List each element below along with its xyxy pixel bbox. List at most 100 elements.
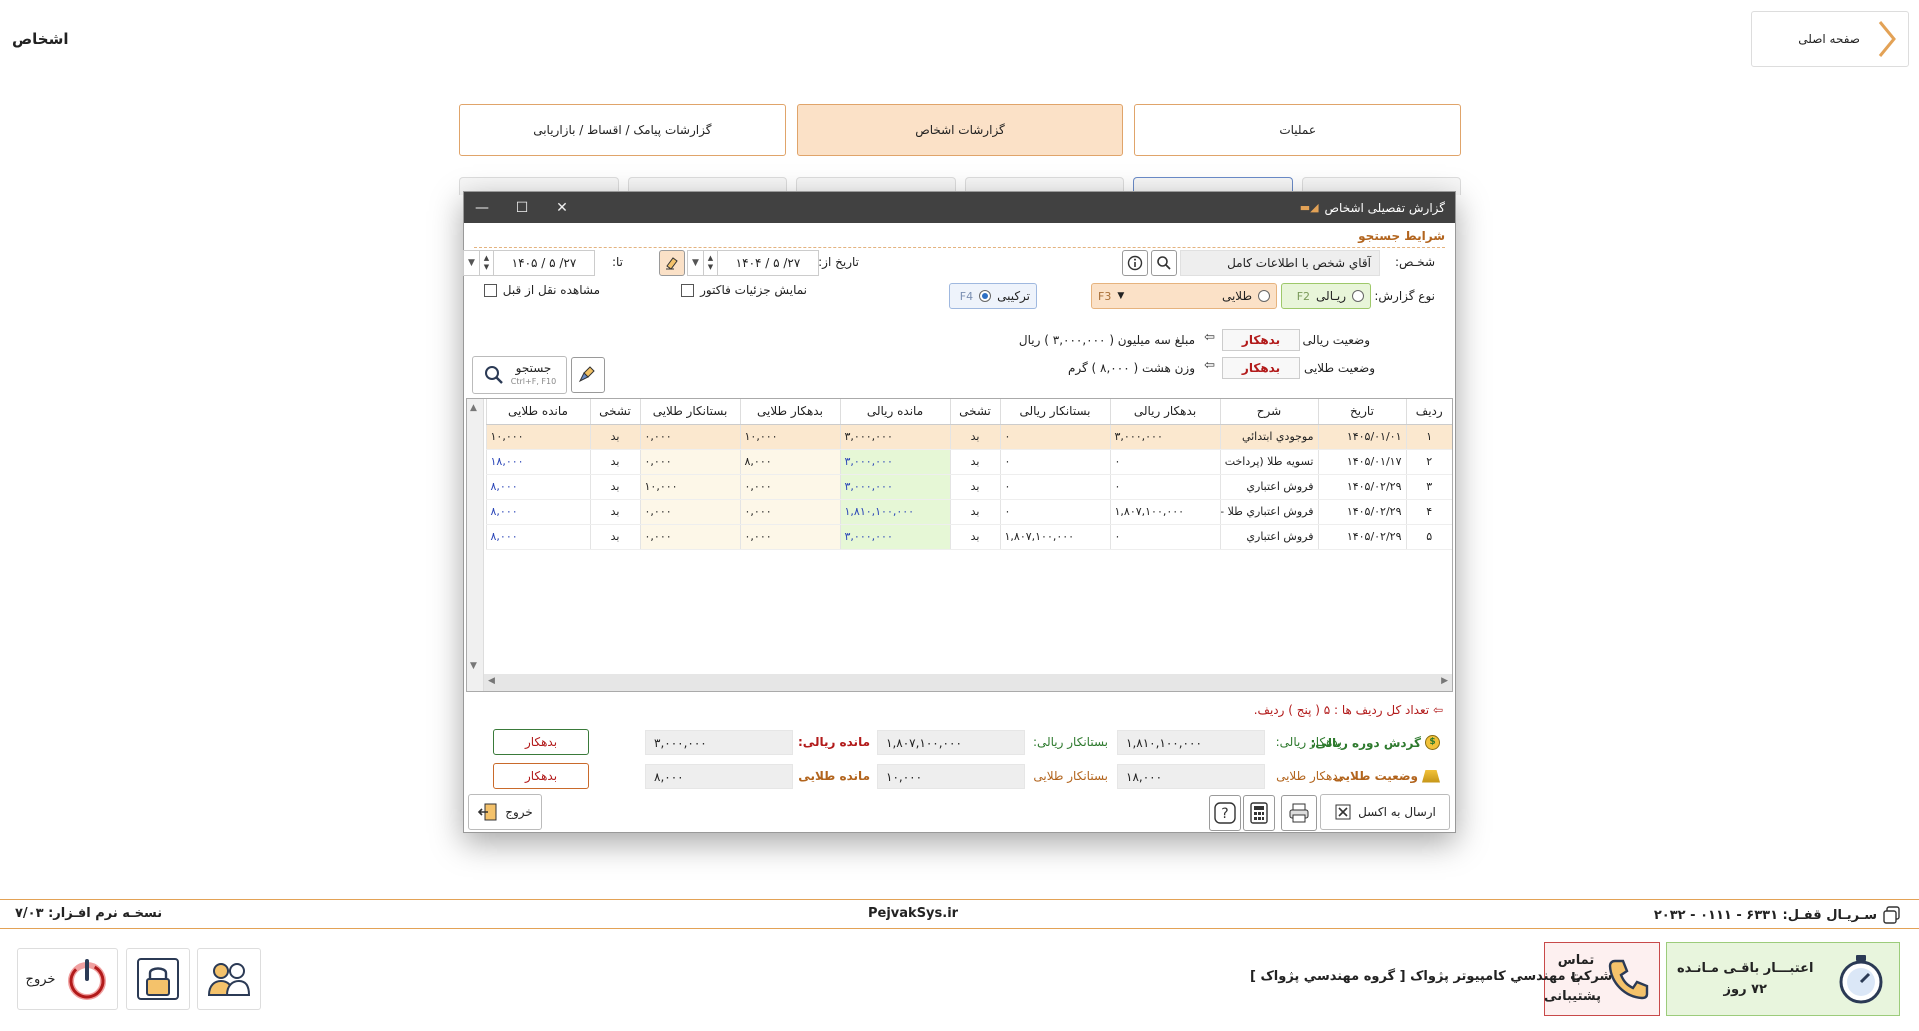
table-row[interactable]: ۵ ۱۴۰۵/۰۲/۲۹ فروش اعتباري ۰ ۱,۸۰۷,۱۰۰,۰۰۰ بد ۳… [485, 524, 1452, 550]
invoice-details-checkbox[interactable]: نمایش جزئیات فاکتور [681, 283, 807, 297]
checkbox-box[interactable] [483, 283, 497, 297]
person-field[interactable]: آقاي شخص با اطلاعات كامل [1180, 250, 1380, 276]
calculator-button[interactable] [1243, 795, 1275, 831]
horizontal-scrollbar[interactable]: ◀ ▶ [484, 674, 1452, 691]
rial-debit-field: ۱,۸۱۰,۱۰۰,۰۰۰ [1117, 730, 1265, 755]
search-icon [1157, 256, 1171, 270]
users-button[interactable] [197, 948, 261, 1010]
column-header[interactable]: تشخی [589, 399, 640, 425]
gold-status-badge: بدهکار [1222, 357, 1300, 379]
report-grid[interactable]: ردیف تاریخ شرح بدهکار ریالی بستانکار ریالی تش… [466, 398, 1453, 692]
excel-export-button[interactable]: ارسال به اکسل [1320, 794, 1450, 830]
svg-text:?: ? [1221, 806, 1228, 822]
column-header[interactable]: بستانکار ریالی [999, 399, 1110, 425]
table-cell: ۰ [999, 499, 1110, 525]
person-info-button[interactable] [1122, 250, 1148, 276]
column-header[interactable]: تشخی [949, 399, 1000, 425]
table-cell: بد [589, 449, 640, 475]
report-type-combined[interactable]: ترکیبی F4 [949, 283, 1037, 309]
exit-button[interactable]: خروج [468, 794, 542, 830]
table-row[interactable]: ۱ ۱۴۰۵/۰۱/۰۱ موجودي ابتدائي ۳,۰۰۰,۰۰۰ ۰ بد ۳,۰… [485, 424, 1452, 450]
vertical-scrollbar[interactable]: ▲ ▼ [467, 399, 484, 691]
close-icon[interactable]: ✕ [554, 200, 570, 216]
report-table: ردیف تاریخ شرح بدهکار ریالی بستانکار ریالی تش… [485, 399, 1452, 550]
date-to-label: تا: [611, 255, 623, 269]
rial-status-text: مبلغ سه میلیون ( ۳,۰۰۰,۰۰۰ ) ریال [1018, 333, 1195, 347]
person-label: شخـص: [1394, 255, 1435, 269]
home-button[interactable]: صفحه اصلی [1751, 11, 1909, 67]
chevron-down-icon[interactable]: ▼ [464, 251, 480, 275]
column-header[interactable]: شرح [1219, 399, 1318, 425]
table-cell: ۰ [999, 449, 1110, 475]
chevron-left-icon [1878, 21, 1896, 57]
minimize-icon[interactable]: — [474, 200, 490, 216]
column-header[interactable]: بستانکار طلایی [639, 399, 740, 425]
date-from-picker[interactable]: ▼ ▲ ▼ ۱۴۰۴ / ۵ /۲۷ [687, 250, 819, 276]
remaining-credit-tile[interactable]: اعتبـــار باقـی مـانـده ۷۲ روز [1666, 942, 1900, 1016]
lock-button[interactable] [126, 948, 190, 1010]
search-shortcut: Ctrl+F, F10 [510, 377, 557, 386]
tab-sms-reports[interactable]: گزارشات پیامک / اقساط / بازاریابی [458, 104, 786, 156]
spinner-icon[interactable]: ▲ ▼ [480, 251, 494, 275]
gold-credit-field: ۱۰,۰۰۰ [877, 764, 1025, 789]
column-header[interactable]: بدهکار طلایی [739, 399, 840, 425]
scroll-down-icon[interactable]: ▼ [470, 661, 477, 671]
date-to-picker[interactable]: ▼ ▲ ▼ ۱۴۰۵ / ۵ /۲۷ [463, 250, 595, 276]
table-cell: ۱۴۰۵/۰۲/۲۹ [1317, 499, 1406, 525]
tab-operations[interactable]: عملیات [1134, 104, 1461, 156]
arrow-left-icon: ⇦ [1432, 703, 1443, 717]
report-type-rial[interactable]: ریـالی F2 [1281, 283, 1371, 309]
table-cell: ۰,۰۰۰ [639, 424, 740, 450]
invoice-details-label: نمایش جزئیات فاکتور [700, 283, 807, 297]
exit-app-button[interactable]: خروج [17, 948, 118, 1010]
clear-filter-button[interactable] [571, 357, 605, 393]
column-header[interactable]: تاریخ [1317, 399, 1406, 425]
eraser-icon [666, 257, 678, 270]
eraser-button[interactable] [659, 250, 685, 276]
chevron-down-icon[interactable]: ▼ [1117, 291, 1124, 301]
tab-person-reports[interactable]: گزارشات اشخاص [796, 104, 1124, 156]
table-cell: ۳,۰۰۰,۰۰۰ [839, 524, 950, 550]
column-header[interactable]: بدهکار ریالی [1109, 399, 1220, 425]
checkbox-box[interactable] [681, 283, 695, 297]
table-cell: ۱۴۰۵/۰۲/۲۹ [1317, 474, 1406, 500]
shortcut-key: F3 [1098, 289, 1112, 303]
carryover-checkbox[interactable]: مشاهده نقل از قبل [483, 283, 600, 297]
column-header[interactable]: مانده ریالی [839, 399, 950, 425]
calculator-icon [1250, 802, 1268, 824]
table-cell: ۱۰,۰۰۰ [485, 424, 590, 450]
table-cell: ۱۰,۰۰۰ [739, 424, 840, 450]
radio-button[interactable] [979, 290, 992, 302]
rial-balance-label: مانده ریالی: [798, 735, 870, 749]
website-link[interactable]: PejvakSys.ir [868, 906, 958, 921]
column-header[interactable]: مانده طلایی [485, 399, 590, 425]
lock-serial-text: سـریـال قفـل: ۶۳۳۱ - ۰۱۱۱ - ۲۰۳۲ [1653, 907, 1877, 923]
date-to-value: ۱۴۰۵ / ۵ /۲۷ [511, 256, 577, 270]
table-row[interactable]: ۴ ۱۴۰۵/۰۲/۲۹ فروش اعتباري طلا -۱,۸۰۷,۱۰۰,۰… [485, 499, 1452, 525]
help-button[interactable]: ? [1209, 795, 1241, 831]
person-search-button[interactable] [1151, 250, 1177, 276]
table-cell: ۳,۰۰۰,۰۰۰ [1109, 424, 1220, 450]
print-button[interactable] [1281, 795, 1317, 831]
radio-button[interactable] [1352, 290, 1364, 302]
maximize-icon[interactable]: ☐ [514, 200, 530, 216]
search-button[interactable]: جستجو Ctrl+F, F10 [472, 356, 567, 394]
table-cell: ۸,۰۰۰ [485, 499, 590, 525]
column-header[interactable]: ردیف [1405, 399, 1452, 425]
spinner-icon[interactable]: ▲ ▼ [704, 251, 718, 275]
table-row[interactable]: ۳ ۱۴۰۵/۰۲/۲۹ فروش اعتباري ۰ ۰ بد ۳,۰۰۰,۰۰۰ ۰,۰۰… [485, 474, 1452, 500]
scroll-right-icon[interactable]: ▶ [1441, 676, 1448, 686]
date-from-value: ۱۴۰۴ / ۵ /۲۷ [735, 256, 801, 270]
report-type-gold[interactable]: طلایی ▼ F3 [1091, 283, 1277, 309]
shortcut-key: F2 [1296, 289, 1311, 303]
scroll-left-icon[interactable]: ◀ [488, 676, 495, 686]
radio-button[interactable] [1258, 290, 1270, 302]
gold-debit-label: بدهکار طلایی [1276, 769, 1342, 783]
scroll-up-icon[interactable]: ▲ [470, 403, 477, 413]
chevron-down-icon[interactable]: ▼ [688, 251, 704, 275]
row-count-text: تعداد کل ردیف ها : ۵ ( پنج ) ردیف. [1253, 703, 1430, 717]
report-type-gold-label: طلایی [1130, 289, 1252, 303]
credit-days: ۷۲ روز [1723, 982, 1767, 997]
table-cell: ۳,۰۰۰,۰۰۰ [839, 474, 950, 500]
table-row[interactable]: ۲ ۱۴۰۵/۰۱/۱۷ تسویه طلا (پرداخت ۰ ۰ بد ۳,۰۰۰,۰۰… [485, 449, 1452, 475]
